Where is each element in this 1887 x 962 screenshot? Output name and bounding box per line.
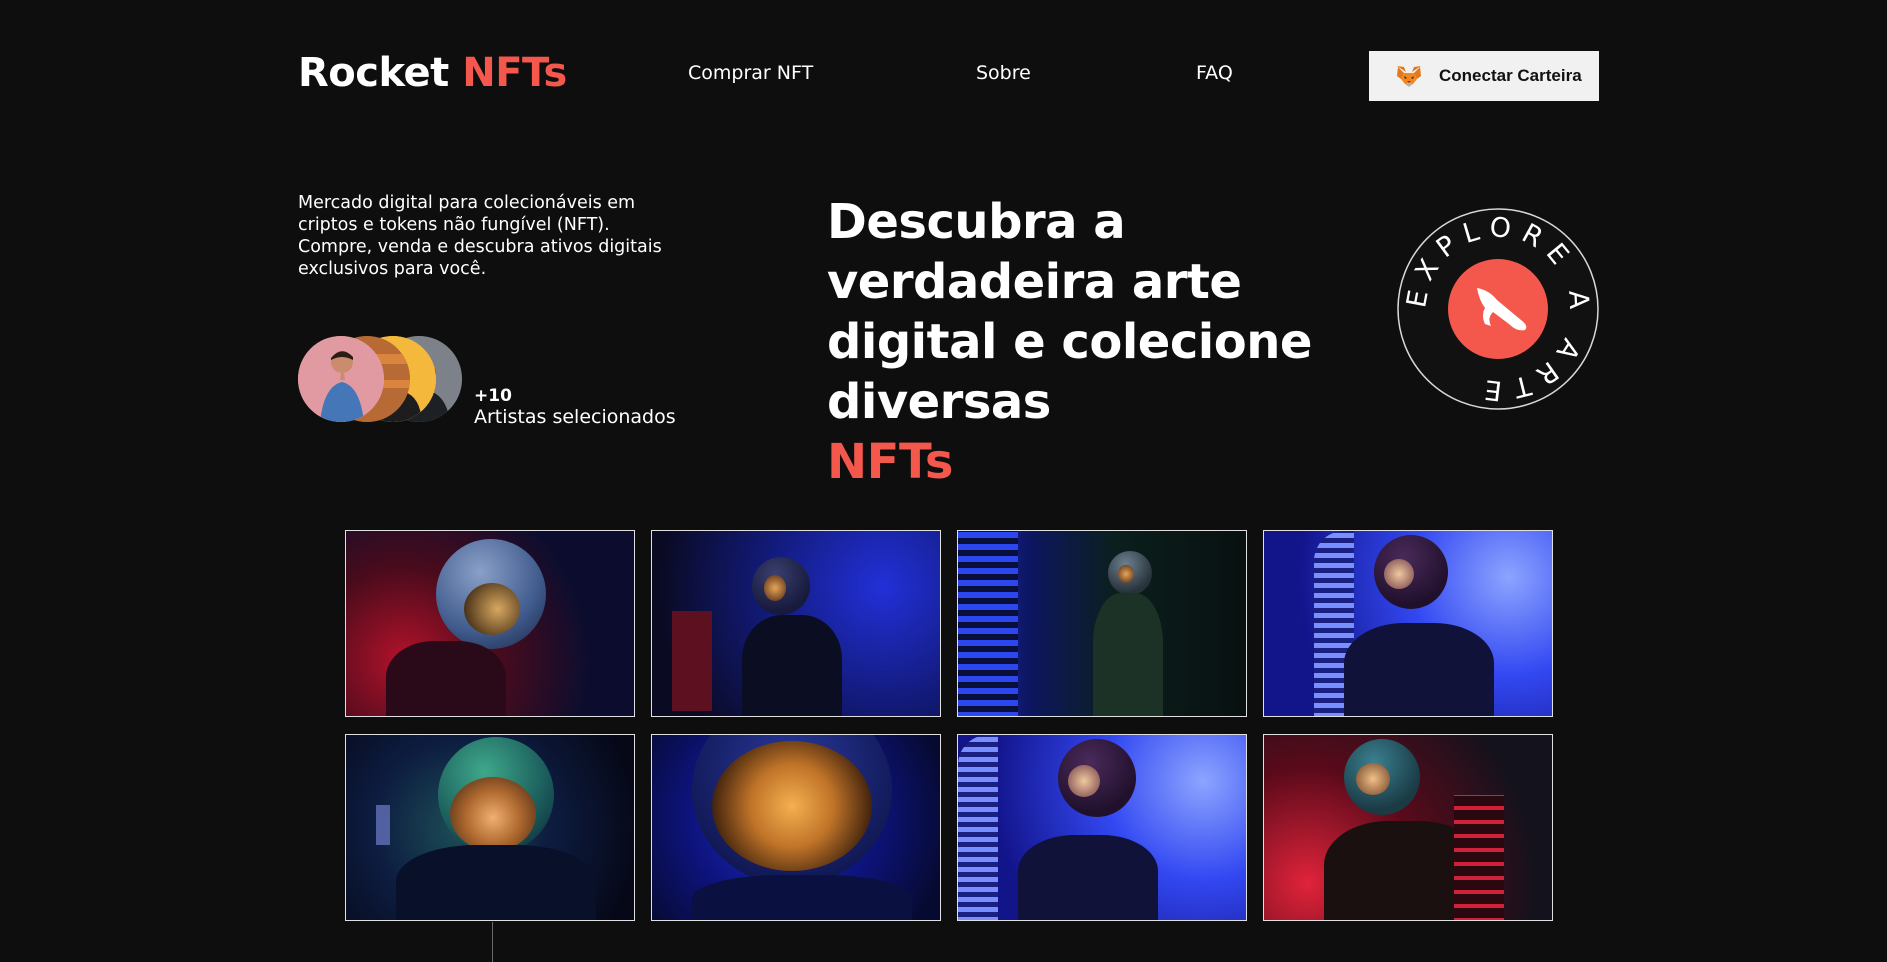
avatar — [298, 336, 384, 422]
metamask-fox-icon — [1397, 66, 1421, 87]
headline-text: Descubra a verdadeira arte digital e col… — [827, 194, 1312, 430]
logo-main-text: Rocket — [298, 50, 449, 96]
nft-card[interactable] — [1263, 530, 1553, 717]
logo-accent-text: NFTs — [462, 50, 567, 96]
artist-avatars — [298, 336, 468, 422]
divider — [492, 922, 493, 962]
connect-wallet-button[interactable]: Conectar Carteira — [1369, 51, 1599, 101]
logo[interactable]: Rocket NFTs — [298, 50, 567, 96]
nft-card[interactable] — [651, 734, 941, 921]
artists-label: Artistas selecionados — [474, 406, 676, 428]
nav-faq[interactable]: FAQ — [1196, 62, 1233, 84]
nft-card[interactable] — [345, 530, 635, 717]
hero-description: Mercado digital para colecionáveis em cr… — [298, 193, 662, 279]
connect-wallet-label: Conectar Carteira — [1439, 66, 1582, 85]
nft-card[interactable] — [957, 530, 1247, 717]
nft-card[interactable] — [957, 734, 1247, 921]
hero-headline: Descubra a verdadeira arte digital e col… — [827, 192, 1427, 492]
headline-accent: NFTs — [827, 434, 953, 490]
nft-gallery — [345, 530, 1553, 922]
nft-card[interactable] — [651, 530, 941, 717]
nft-card[interactable] — [345, 734, 635, 921]
nft-card[interactable] — [1263, 734, 1553, 921]
artists-count: +10 — [474, 386, 512, 406]
explore-badge[interactable]: EXPLORE A ARTE — [1397, 208, 1599, 410]
nav-comprar-nft[interactable]: Comprar NFT — [688, 62, 813, 84]
nav-sobre[interactable]: Sobre — [976, 62, 1031, 84]
